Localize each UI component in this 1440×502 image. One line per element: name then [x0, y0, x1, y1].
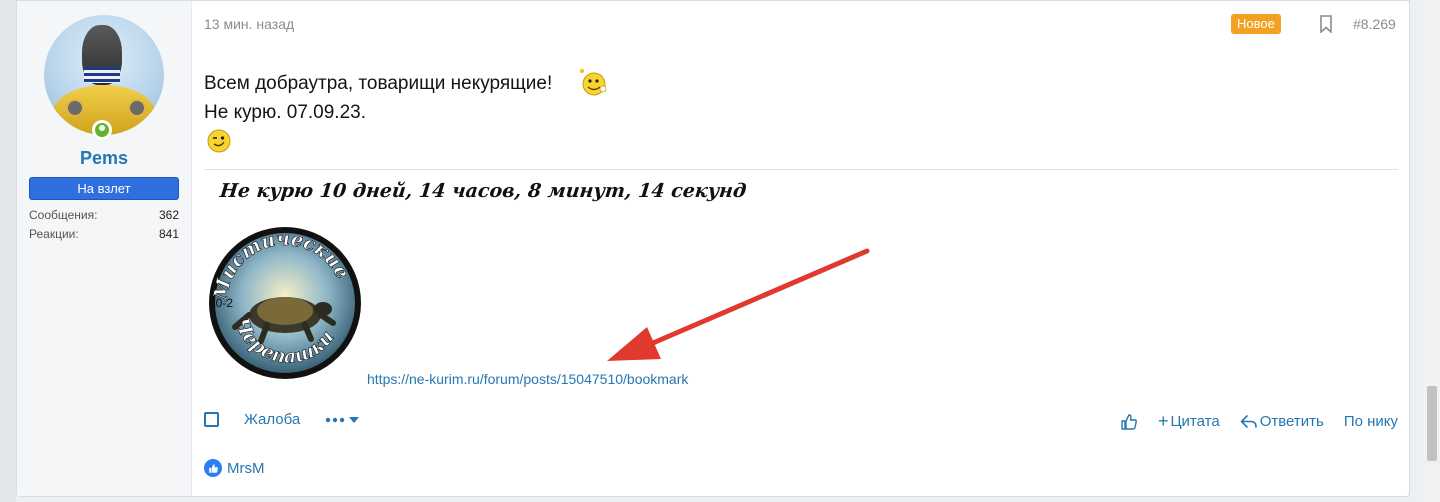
svg-text:50-2: 50-2 [209, 296, 233, 310]
username[interactable]: Pems [17, 148, 191, 169]
online-status-icon [92, 120, 112, 140]
more-options-icon[interactable] [324, 409, 364, 431]
post-right-actions: + Цитата Ответить По нику [1100, 411, 1398, 432]
avatar[interactable] [44, 15, 164, 135]
smiley-icon [579, 68, 607, 96]
quote-button[interactable]: + Цитата [1158, 411, 1220, 432]
post-time[interactable]: 13 мин. назад [204, 16, 294, 32]
new-badge: Новое [1231, 14, 1281, 34]
red-arrow-annotation [607, 248, 870, 361]
like-button[interactable] [1120, 413, 1138, 431]
turtles-club-logo[interactable]: Мистические Черепашки 50-2 [205, 223, 365, 383]
stat-messages: Сообщения: 362 [29, 208, 179, 222]
post-number[interactable]: #8.269 [1353, 16, 1396, 32]
thumbs-up-icon [1121, 413, 1137, 430]
page-scrollbar[interactable] [1423, 0, 1440, 502]
stat-reactions: Реакции: 841 [29, 227, 179, 241]
report-link[interactable]: Жалоба [244, 411, 300, 428]
reply-button[interactable]: Ответить [1240, 413, 1324, 430]
signature-divider [204, 169, 1398, 170]
user-title-badge: На взлет [29, 177, 179, 200]
message-line: Всем добраутра, товарищи некурящие! [204, 73, 553, 94]
bookmark-icon[interactable] [1319, 15, 1333, 33]
wink-smiley-icon [207, 129, 231, 153]
signature-link[interactable]: https://ne-kurim.ru/forum/posts/15047510… [367, 371, 688, 387]
reply-icon [1240, 414, 1257, 428]
quit-counter-banner: Не курю 10 дней, 14 часов, 8 минут, 14 с… [218, 180, 748, 202]
by-nick-button[interactable]: По нику [1344, 413, 1398, 430]
forum-post: Pems На взлет Сообщения: 362 Реакции: 84… [16, 0, 1410, 497]
reaction-user-link[interactable]: MrsM [227, 460, 265, 477]
select-checkbox[interactable] [204, 412, 219, 427]
like-reaction-icon [204, 459, 222, 477]
page-gutter [0, 0, 16, 502]
message-line: Не курю. 07.09.23. [204, 102, 366, 123]
reactions-bar: MrsM [204, 459, 265, 477]
plus-icon: + [1157, 411, 1169, 431]
scrollbar-thumb[interactable] [1427, 386, 1437, 461]
user-sidebar: Pems На взлет Сообщения: 362 Реакции: 84… [17, 1, 192, 496]
post-actions-bar: Жалоба + Цитата Ответить По нику [204, 409, 1398, 433]
